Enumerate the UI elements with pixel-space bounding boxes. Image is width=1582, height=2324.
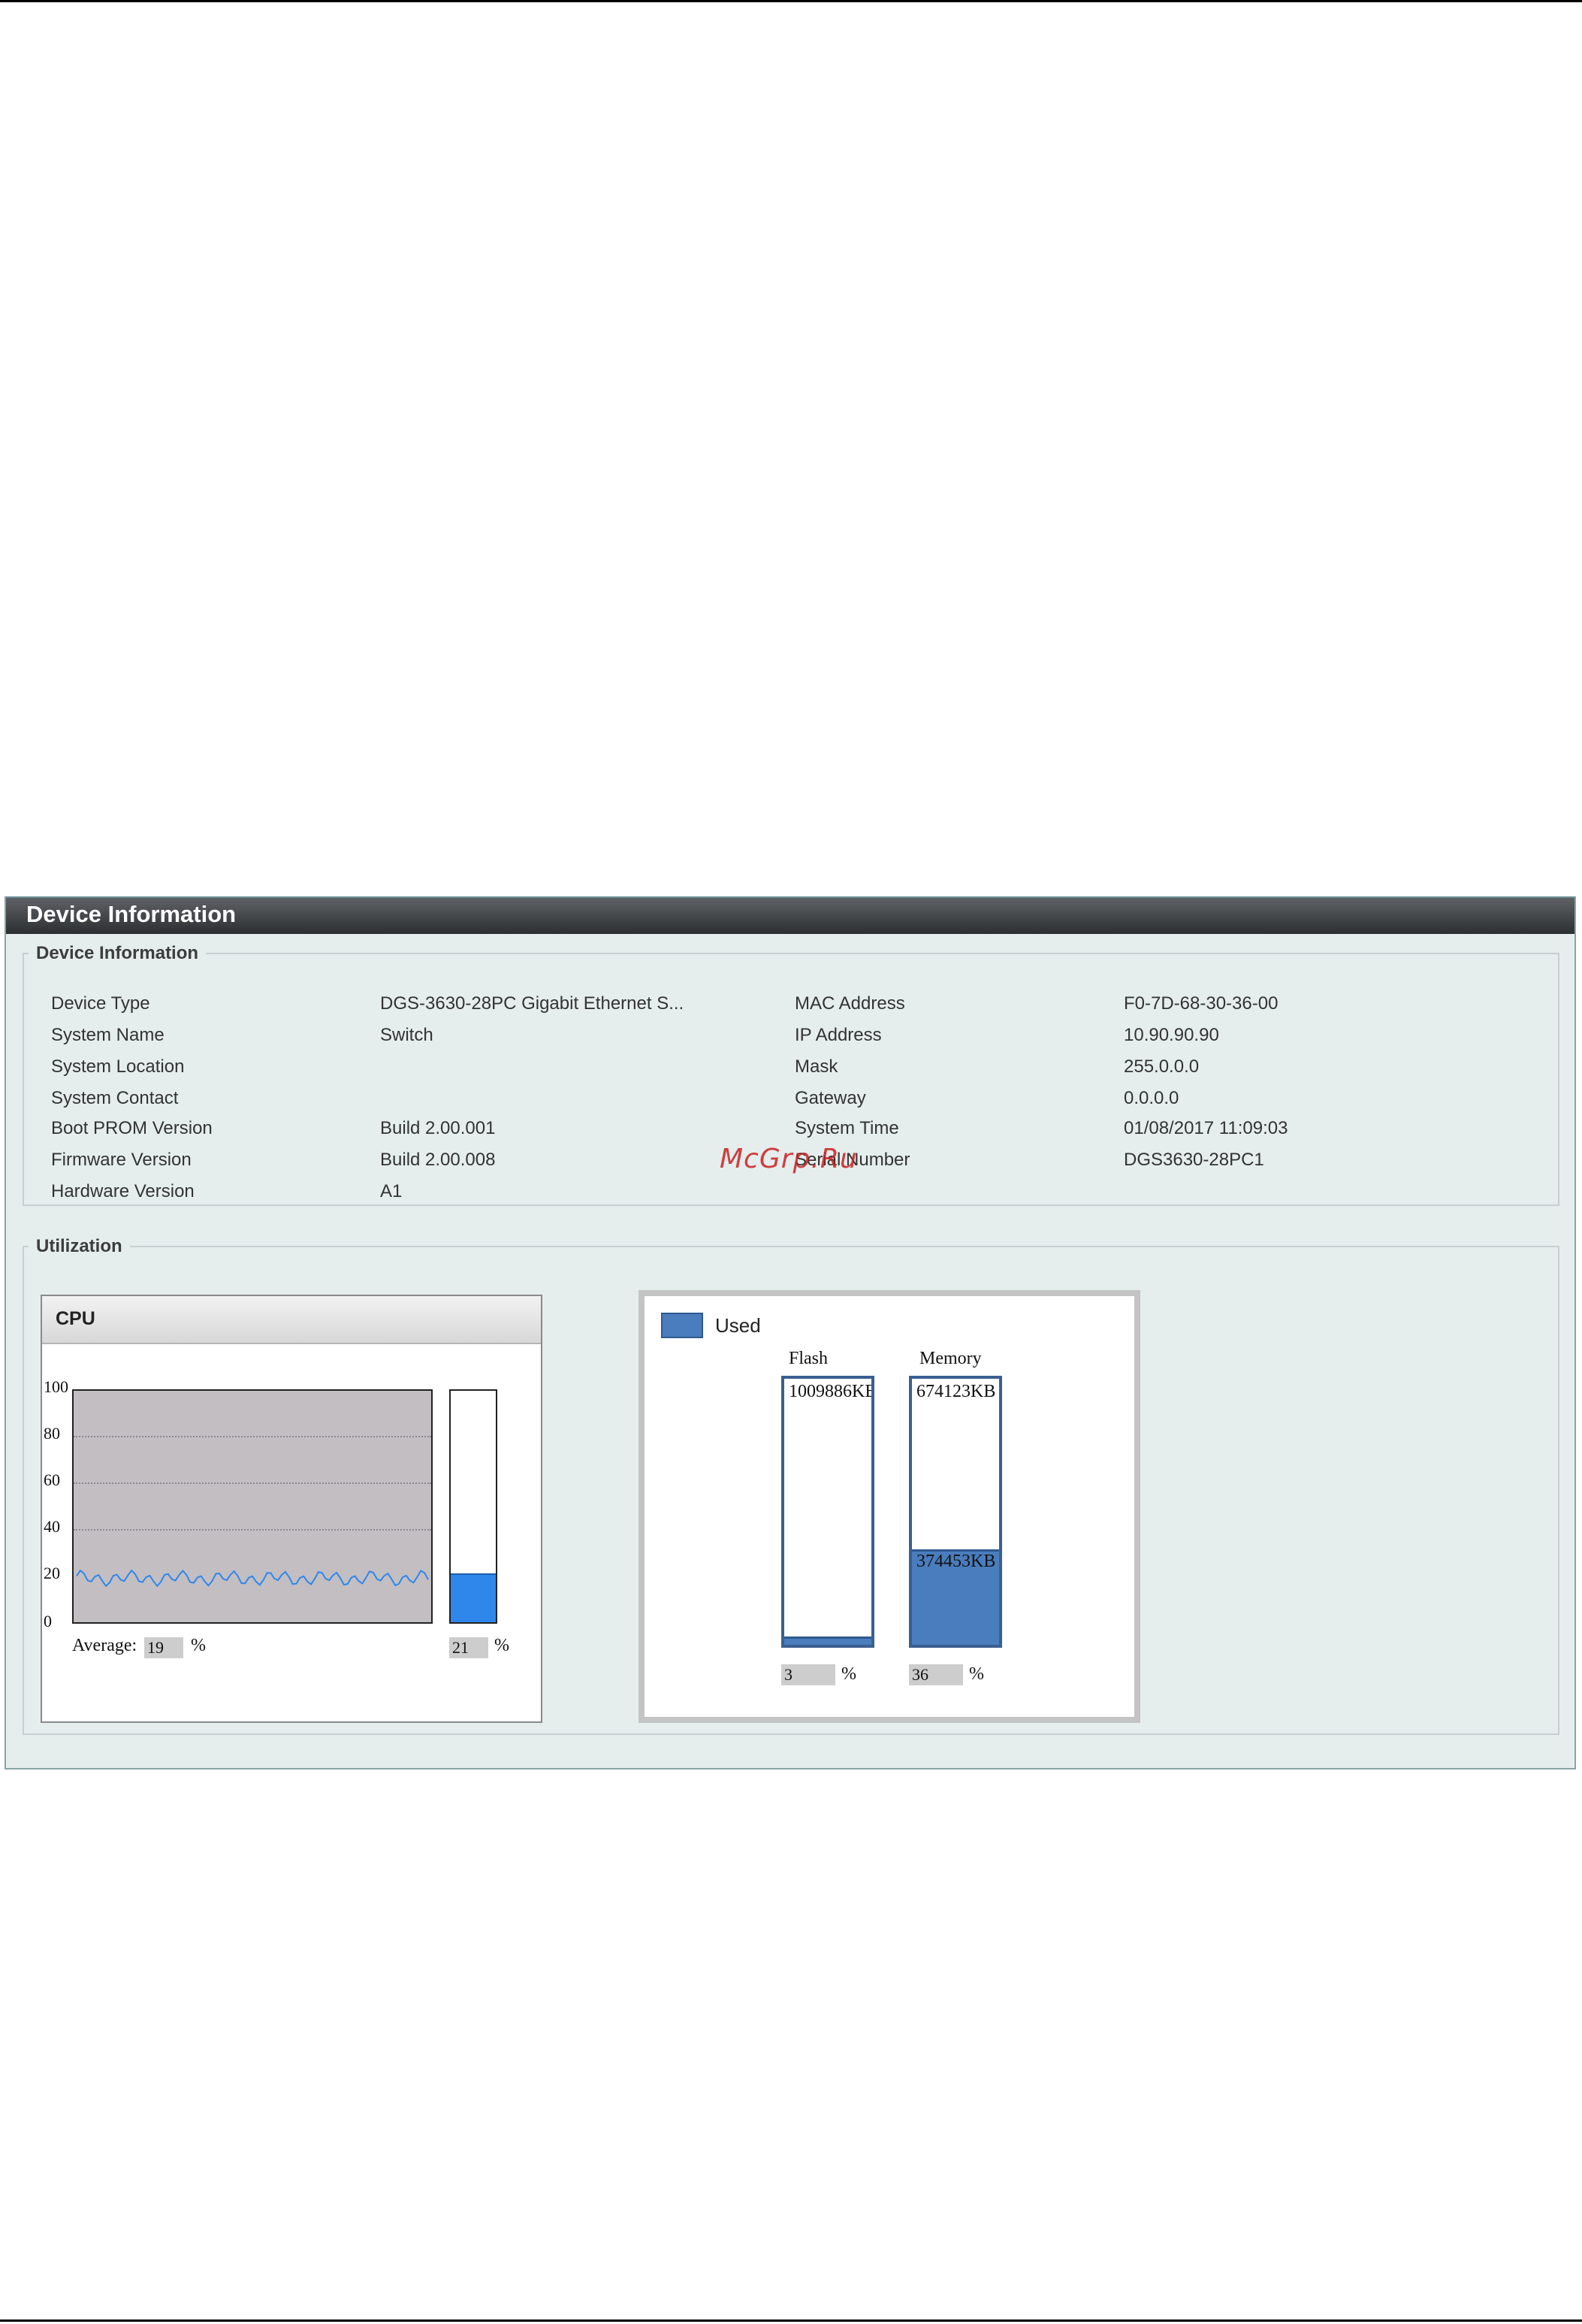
storage-utilization-widget: Used Flash Memory 1009886KB 374453KB 674… (639, 1290, 1140, 1723)
mask-value: 255.0.0.0 (1124, 1056, 1200, 1077)
flash-percent-value: 3 (781, 1664, 835, 1685)
mac-address-label: MAC Address (795, 993, 905, 1014)
firmware-version-label: Firmware Version (51, 1150, 192, 1170)
used-legend-label: Used (715, 1314, 761, 1337)
mask-label: Mask (795, 1056, 838, 1077)
memory-usage-bar: 374453KB 674123KB (909, 1376, 1002, 1648)
used-legend-swatch (661, 1313, 703, 1338)
utilization-legend: Utilization (36, 1236, 122, 1256)
memory-percent-sign: % (969, 1664, 984, 1684)
flash-label: Flash (789, 1349, 829, 1368)
cpu-utilization-widget: CPU 100 80 60 40 20 0 Average: 19 % 21 % (41, 1295, 542, 1723)
flash-usage-bar: 1009886KB (781, 1376, 874, 1648)
system-time-label: System Time (795, 1118, 899, 1138)
cpu-current-bar-fill (451, 1573, 496, 1622)
cpu-current-bar (449, 1389, 497, 1624)
panel-header: Device Information (6, 896, 1574, 934)
cpu-y-tick-60: 60 (44, 1470, 60, 1489)
boot-prom-version-value: Build 2.00.001 (380, 1118, 496, 1138)
device-type-label: Device Type (51, 993, 150, 1014)
panel-title: Device Information (26, 901, 237, 927)
cpu-y-tick-0: 0 (44, 1612, 52, 1630)
flash-total-size: 1009886KB (789, 1382, 874, 1401)
system-time-value: 01/08/2017 11:09:03 (1124, 1118, 1288, 1138)
gateway-label: Gateway (795, 1088, 866, 1108)
memory-usage-fill: 374453KB (912, 1549, 999, 1645)
watermark-text: McGrp.Ru (720, 1144, 858, 1174)
serial-number-value: DGS3630-28PC1 (1124, 1150, 1264, 1170)
device-information-legend: Device Information (36, 943, 199, 963)
flash-percent-sign: % (841, 1664, 856, 1684)
cpu-title: CPU (56, 1308, 95, 1329)
cpu-history-line (76, 1569, 429, 1588)
cpu-widget-header: CPU (42, 1296, 541, 1344)
page-bottom-rule (0, 2319, 1582, 2322)
hardware-version-label: Hardware Version (51, 1181, 195, 1201)
device-information-panel: Device Information Device Information De… (5, 896, 1576, 1769)
flash-usage-fill (784, 1636, 871, 1645)
system-name-value: Switch (380, 1025, 433, 1045)
ip-address-value: 10.90.90.90 (1124, 1025, 1219, 1045)
gateway-value: 0.0.0.0 (1124, 1088, 1179, 1108)
cpu-y-tick-40: 40 (44, 1517, 60, 1536)
mac-address-value: F0-7D-68-30-36-00 (1124, 993, 1279, 1014)
cpu-average-label: Average: (72, 1636, 137, 1655)
cpu-y-tick-100: 100 (44, 1377, 68, 1396)
cpu-average-value: 19 (144, 1637, 183, 1658)
ip-address-label: IP Address (795, 1025, 882, 1045)
cpu-current-percent-sign: % (494, 1636, 509, 1655)
memory-total-size: 674123KB (916, 1382, 996, 1401)
page-top-rule (0, 0, 1582, 2)
cpu-current-value: 21 (449, 1637, 488, 1658)
memory-used-size: 374453KB (916, 1551, 996, 1571)
utilization-fieldset: Utilization CPU 100 80 60 40 20 0 Averag… (23, 1236, 1559, 1735)
memory-label: Memory (919, 1349, 982, 1368)
firmware-version-value: Build 2.00.008 (380, 1150, 496, 1170)
cpu-history-line-area (76, 1569, 429, 1588)
system-name-label: System Name (51, 1025, 165, 1045)
boot-prom-version-label: Boot PROM Version (51, 1118, 213, 1138)
cpu-y-tick-80: 80 (44, 1424, 60, 1443)
system-contact-label: System Contact (51, 1088, 179, 1108)
cpu-y-tick-20: 20 (44, 1564, 60, 1582)
hardware-version-value: A1 (380, 1181, 403, 1201)
memory-percent-value: 36 (909, 1664, 963, 1685)
system-location-label: System Location (51, 1056, 185, 1077)
cpu-average-percent-sign: % (191, 1636, 206, 1655)
device-type-value: DGS-3630-28PC Gigabit Ethernet S... (380, 993, 684, 1014)
cpu-history-graph (72, 1389, 433, 1624)
